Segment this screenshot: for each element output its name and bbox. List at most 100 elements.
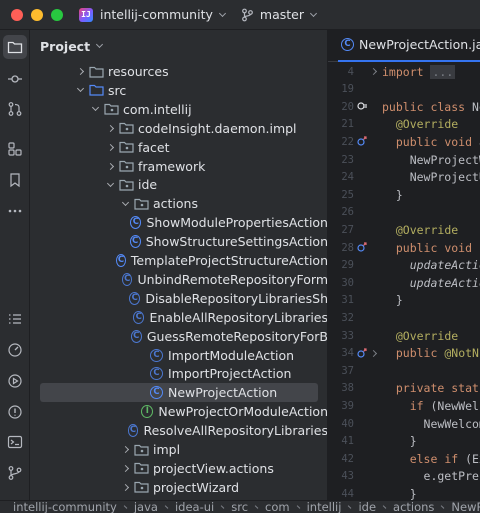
profiler-tool-button[interactable] [3,338,27,362]
tree-item[interactable]: actions [30,194,327,213]
expand-arrow-right-icon[interactable] [118,483,132,491]
override-icon[interactable] [356,347,368,359]
code-text: updateActionText [409,275,480,290]
branch-selector[interactable]: master [241,7,318,22]
breadcrumb-item[interactable]: intellij-community [13,501,117,513]
project-selector[interactable]: intellij-community [100,7,226,22]
code-line[interactable]: 26 [328,204,480,221]
code-line[interactable]: 31 } [328,292,480,309]
code-line[interactable]: 27 @Override [328,221,480,238]
expand-arrow-right-icon[interactable] [103,124,117,132]
override-icon[interactable] [356,241,368,253]
code-line[interactable]: 42 else if (Expe [328,450,480,467]
maximize-window-button[interactable] [51,8,63,21]
override-icon[interactable] [356,135,368,147]
services-icon [8,374,22,388]
expand-arrow-down-icon[interactable] [88,104,102,112]
code-line[interactable]: 20 public class NewProjectAction [328,98,480,115]
terminal-tool-button[interactable] [3,430,27,454]
code-line[interactable]: 38 private static [328,380,480,397]
expand-arrow-right-icon[interactable] [103,162,117,170]
commit-tool-button[interactable] [3,67,27,91]
expand-arrow-down-icon[interactable] [118,198,132,206]
tree-item[interactable]: C ImportModuleAction [30,346,327,365]
breadcrumb-item[interactable]: NewProjectAction [451,501,480,513]
breadcrumb-item[interactable]: ide [358,501,376,513]
minimize-window-button[interactable] [31,8,43,21]
code-line[interactable]: 34 public @NotNull [328,345,480,362]
code-line[interactable]: 44 } [328,485,480,500]
code-line[interactable]: 19 [328,81,480,98]
line-number: 19 [341,83,354,96]
tree-item[interactable]: C UnbindRemoteRepositoryForm [30,270,327,289]
editor-tab-active[interactable]: C NewProjectAction.java [338,30,480,62]
tree-item[interactable]: C DisableRepositoryLibrariesSh [30,289,327,308]
code-line[interactable]: 22 public void actionPerformed [328,133,480,150]
run-tool-button[interactable] [3,369,27,393]
code-line[interactable]: 41 } [328,433,480,450]
breadcrumb-item[interactable]: intellij [307,501,342,513]
code-line[interactable]: 43 e.getPresentation [328,468,480,485]
project-panel-header[interactable]: Project [30,30,327,62]
tree-item[interactable]: C ShowModulePropertiesAction [30,213,327,232]
tree-item[interactable]: C TemplateProjectStructureAction [30,251,327,270]
expand-arrow-right-icon[interactable] [103,143,117,151]
code-line[interactable]: 29 updateActionIcon [328,257,480,274]
tree-item[interactable]: ide [30,175,327,194]
tree-item-label: ImportProjectAction [168,366,292,382]
code-line[interactable]: 37 [328,362,480,379]
tree-item[interactable]: C EnableAllRepositoryLibraries [30,308,327,327]
structure-tool-button[interactable] [3,137,27,161]
tree-item[interactable]: C ResolveAllRepositoryLibraries [30,421,327,440]
tree-item[interactable]: I NewProjectOrModuleAction [30,402,327,421]
code-line[interactable]: 33 @Override [328,327,480,344]
expand-arrow-down-icon[interactable] [103,179,117,187]
fold-arrow-icon[interactable] [369,67,378,76]
code-line[interactable]: 32 [328,309,480,326]
breadcrumb-item[interactable]: src [231,501,248,513]
tree-item[interactable]: C ImportProjectAction [30,364,327,383]
problems-tool-button[interactable] [3,400,27,424]
pull-requests-tool-button[interactable] [3,97,27,121]
code-line[interactable]: 25 } [328,186,480,203]
expand-arrow-right-icon[interactable] [118,464,132,472]
tree-item[interactable]: framework [30,157,327,176]
breadcrumb-item[interactable]: idea-ui [175,501,214,513]
implemented-icon[interactable] [356,100,368,112]
tree-item[interactable]: projectWizard [30,478,327,497]
code-line[interactable]: 21 @Override [328,116,480,133]
class-icon: C [116,254,126,267]
code-line[interactable]: 40 NewWelcomeScreen [328,415,480,432]
interface-icon: I [141,405,154,419]
expand-arrow-right-icon[interactable] [73,67,87,76]
tree-item[interactable]: facet [30,138,327,157]
git-tool-button[interactable] [3,461,27,485]
breadcrumb-item[interactable]: java [134,501,158,513]
project-tool-button[interactable] [3,35,27,59]
code-line[interactable]: 24 NewProjectUtil [328,169,480,186]
tree-item[interactable]: src [30,81,327,100]
expand-arrow-right-icon[interactable] [118,445,132,454]
todo-tool-button[interactable] [3,307,27,331]
code-line[interactable]: 23 NewProjectWizard [328,151,480,168]
bookmarks-tool-button[interactable] [3,168,27,192]
expand-arrow-down-icon[interactable] [73,85,87,93]
tree-item[interactable]: C GuessRemoteRepositoryForB [30,327,327,346]
tree-item[interactable]: projectView.actions [30,459,327,478]
tree-item[interactable]: C NewProjectAction [30,383,327,403]
tree-item[interactable]: com.intellij [30,100,327,119]
code-line[interactable]: 39 if (NewWelcome [328,397,480,414]
code-line[interactable]: 30 updateActionText [328,274,480,291]
tree-item[interactable]: C ShowStructureSettingsAction [30,232,327,251]
code-line[interactable]: 28 public void update [328,239,480,256]
tree-item[interactable]: impl [30,440,327,459]
breadcrumb-item[interactable]: com [265,501,290,513]
breadcrumb-item[interactable]: actions [393,501,434,513]
more-tools-button[interactable] [3,199,27,223]
fold-arrow-icon[interactable] [369,349,378,357]
tree-item[interactable]: resources [30,62,327,81]
close-window-button[interactable] [11,8,23,21]
code-line[interactable]: 4 import ... [328,63,480,80]
class-icon: C [130,216,142,230]
tree-item[interactable]: codeInsight.daemon.impl [30,119,327,138]
